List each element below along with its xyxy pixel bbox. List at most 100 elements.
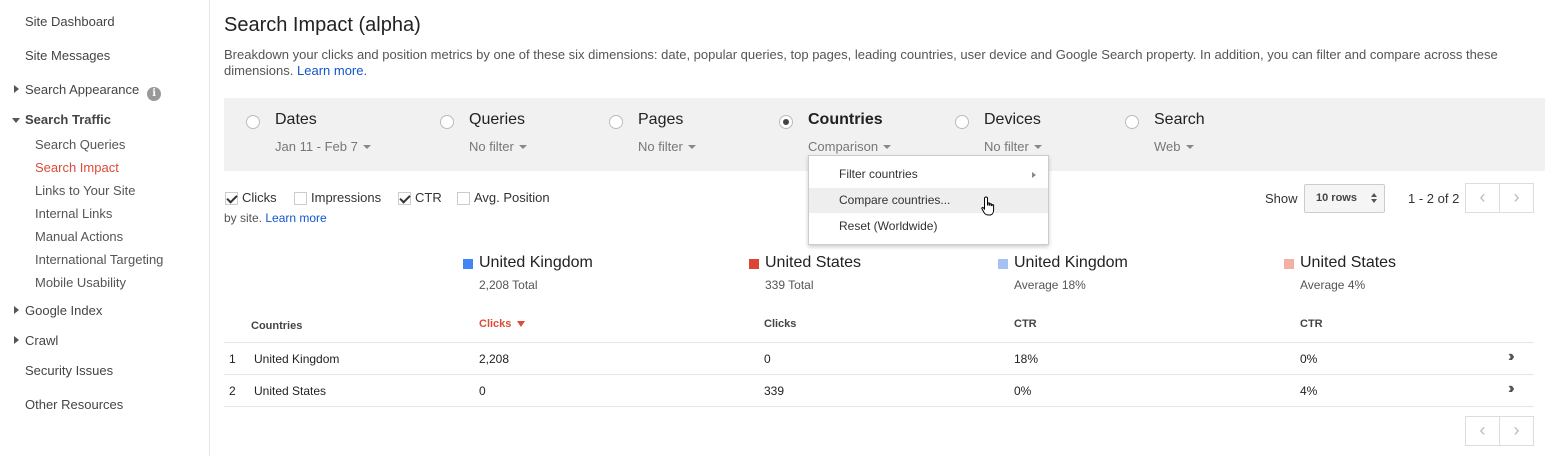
column-header-clicks-us[interactable]: Clicks bbox=[764, 318, 796, 330]
impressions-checkbox-label[interactable]: Impressions bbox=[311, 190, 381, 205]
sidebar-item-site-messages[interactable]: Site Messages bbox=[25, 48, 110, 63]
menu-item-compare-countries[interactable]: Compare countries... bbox=[809, 188, 1048, 213]
dimension-filter-dropdown[interactable]: No filter bbox=[638, 139, 696, 154]
sidebar-item-site-dashboard[interactable]: Site Dashboard bbox=[25, 14, 115, 29]
row-expand-icon[interactable]: ›› bbox=[1508, 348, 1514, 366]
row-country: United States bbox=[254, 384, 327, 398]
sidebar-item-label: Search Appearance bbox=[25, 82, 140, 97]
series-swatch bbox=[463, 259, 473, 269]
sort-descending-icon bbox=[517, 321, 526, 327]
series-name: United States bbox=[765, 254, 862, 271]
sidebar-subitem-mobile-usability[interactable]: Mobile Usability bbox=[35, 275, 126, 290]
expand-arrow-icon[interactable] bbox=[14, 336, 19, 344]
caret-down-icon bbox=[518, 145, 527, 149]
avg-position-checkbox[interactable] bbox=[457, 192, 470, 205]
series-name: United States bbox=[1300, 254, 1397, 271]
dimension-filter-value: Web bbox=[1154, 139, 1181, 154]
menu-item-filter-countries[interactable]: Filter countries bbox=[809, 162, 1048, 187]
sidebar-subitem-links-to-your-site[interactable]: Links to Your Site bbox=[35, 183, 135, 198]
sidebar-item-crawl[interactable]: Crawl bbox=[25, 333, 58, 348]
dimension-label[interactable]: Devices bbox=[984, 111, 1041, 129]
learn-more-link[interactable]: Learn more. bbox=[297, 63, 367, 78]
sidebar-item-search-appearance[interactable]: Search Appearance i bbox=[25, 82, 162, 101]
pager-range: 1 - 2 of 2 bbox=[1408, 191, 1460, 206]
ctr-checkbox-label[interactable]: CTR bbox=[415, 190, 442, 205]
dimension-filter-dropdown[interactable]: No filter bbox=[469, 139, 527, 154]
caret-down-icon bbox=[362, 145, 371, 149]
caret-down-icon bbox=[1185, 145, 1194, 149]
learn-more-link[interactable]: Learn more bbox=[265, 211, 326, 225]
ctr-checkbox[interactable] bbox=[398, 192, 411, 205]
dimension-filter-dropdown[interactable]: No filter bbox=[984, 139, 1042, 154]
column-header-ctr-us[interactable]: CTR bbox=[1300, 318, 1323, 330]
radio-search[interactable] bbox=[1125, 115, 1139, 129]
radio-queries[interactable] bbox=[440, 115, 454, 129]
caret-down-icon bbox=[687, 145, 696, 149]
column-header-clicks-uk[interactable]: Clicks bbox=[479, 318, 526, 330]
row-ctr-uk: 18% bbox=[1014, 352, 1039, 366]
menu-item-label: Filter countries bbox=[839, 167, 918, 181]
bottom-prev-page-button[interactable]: ‹ bbox=[1465, 416, 1500, 446]
dimension-label[interactable]: Countries bbox=[808, 111, 883, 129]
dimension-label[interactable]: Dates bbox=[275, 111, 317, 129]
sidebar-item-other-resources[interactable]: Other Resources bbox=[25, 397, 123, 412]
radio-devices[interactable] bbox=[955, 115, 969, 129]
dimension-filter-value: No filter bbox=[984, 139, 1029, 154]
rows-per-page-value: 10 rows bbox=[1316, 192, 1357, 204]
series-total: 339 Total bbox=[765, 278, 814, 292]
show-rows-label: Show bbox=[1265, 191, 1298, 206]
rows-per-page-select[interactable]: 10 rows bbox=[1304, 184, 1385, 213]
row-ctr-us: 4% bbox=[1300, 384, 1318, 398]
info-icon[interactable]: i bbox=[147, 87, 162, 101]
sidebar-item-google-index[interactable]: Google Index bbox=[25, 303, 102, 318]
clicks-checkbox-label[interactable]: Clicks bbox=[242, 190, 277, 205]
updown-arrows-icon bbox=[1371, 193, 1377, 203]
sidebar-subitem-search-impact[interactable]: Search Impact bbox=[35, 160, 119, 175]
row-expand-icon[interactable]: ›› bbox=[1508, 380, 1514, 398]
row-clicks-uk: 0 bbox=[479, 384, 486, 398]
sidebar-subitem-international-targeting[interactable]: International Targeting bbox=[35, 252, 163, 267]
dimension-label[interactable]: Search bbox=[1154, 111, 1205, 129]
sidebar-subitem-search-queries[interactable]: Search Queries bbox=[35, 137, 125, 152]
next-page-button[interactable]: › bbox=[1499, 183, 1534, 213]
dimension-filter-dropdown[interactable]: Jan 11 - Feb 7 bbox=[275, 139, 371, 154]
radio-pages[interactable] bbox=[609, 115, 623, 129]
sidebar-item-security-issues[interactable]: Security Issues bbox=[25, 363, 113, 378]
sidebar-subitem-internal-links[interactable]: Internal Links bbox=[35, 206, 112, 221]
collapse-arrow-icon[interactable] bbox=[12, 118, 20, 123]
sidebar-subitem-manual-actions[interactable]: Manual Actions bbox=[35, 229, 123, 244]
row-country: United Kingdom bbox=[254, 352, 340, 366]
column-header-label: Clicks bbox=[479, 318, 512, 330]
page-description: Breakdown your clicks and position metri… bbox=[224, 47, 1524, 79]
series-name: United Kingdom bbox=[479, 254, 593, 271]
submenu-arrow-icon bbox=[1032, 172, 1036, 178]
by-site-note: by site. Learn more bbox=[224, 211, 327, 225]
column-header-ctr-uk[interactable]: CTR bbox=[1014, 318, 1037, 330]
row-number: 1 bbox=[229, 352, 236, 366]
radio-countries[interactable] bbox=[779, 115, 793, 129]
bottom-next-page-button[interactable]: › bbox=[1499, 416, 1534, 446]
impressions-checkbox[interactable] bbox=[294, 192, 307, 205]
page-title: Search Impact (alpha) bbox=[224, 14, 421, 36]
dimension-label[interactable]: Pages bbox=[638, 111, 683, 129]
prev-page-button[interactable]: ‹ bbox=[1465, 183, 1500, 213]
menu-item-reset-worldwide[interactable]: Reset (Worldwide) bbox=[809, 214, 1048, 239]
expand-arrow-icon[interactable] bbox=[14, 85, 19, 93]
row-ctr-us: 0% bbox=[1300, 352, 1318, 366]
expand-arrow-icon[interactable] bbox=[14, 306, 19, 314]
column-header-countries[interactable]: Countries bbox=[251, 320, 302, 332]
row-clicks-us: 0 bbox=[764, 352, 771, 366]
row-divider bbox=[224, 342, 1534, 343]
by-site-text: by site. bbox=[224, 211, 263, 225]
dimension-label[interactable]: Queries bbox=[469, 111, 525, 129]
caret-down-icon bbox=[1033, 145, 1042, 149]
description-text: Breakdown your clicks and position metri… bbox=[224, 47, 1498, 78]
dimension-filter-value: No filter bbox=[469, 139, 514, 154]
dimension-filter-dropdown[interactable]: Comparison bbox=[808, 139, 892, 154]
dimension-filter-value: No filter bbox=[638, 139, 683, 154]
dimension-filter-dropdown[interactable]: Web bbox=[1154, 139, 1194, 154]
radio-dates[interactable] bbox=[246, 115, 260, 129]
clicks-checkbox[interactable] bbox=[225, 192, 238, 205]
avg-position-checkbox-label[interactable]: Avg. Position bbox=[474, 190, 550, 205]
sidebar-item-search-traffic[interactable]: Search Traffic bbox=[25, 112, 111, 127]
